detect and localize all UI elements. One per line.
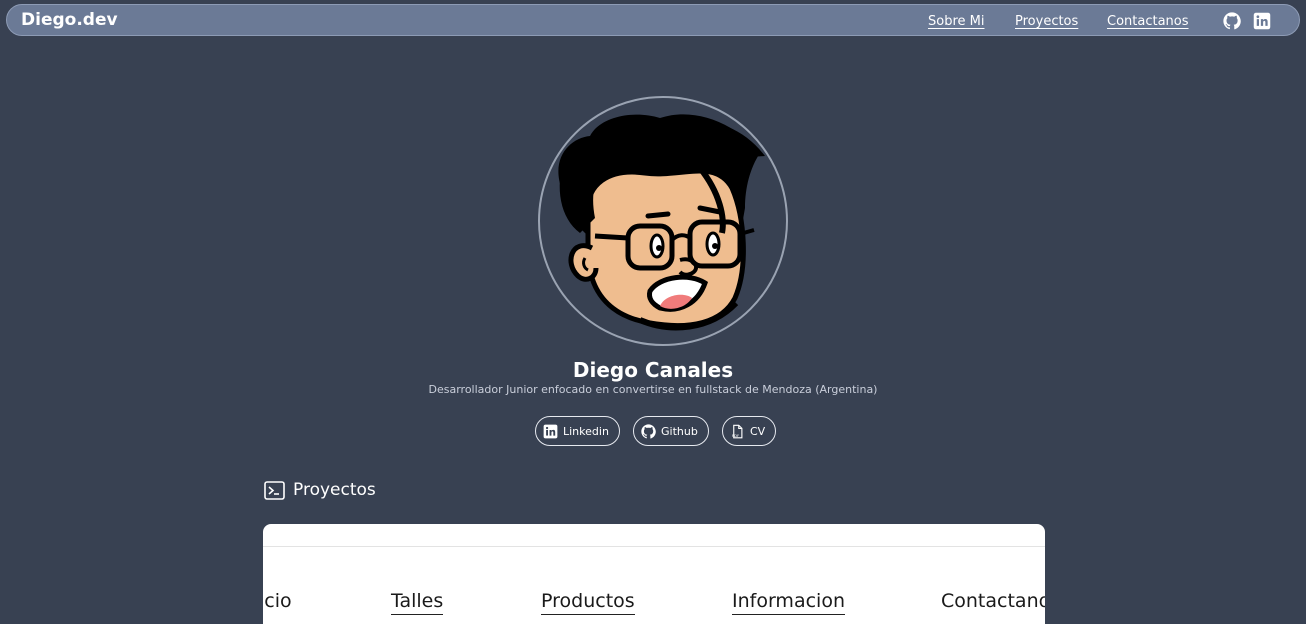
top-navbar: Diego.dev Sobre Mi Proyectos Contactanos: [6, 4, 1300, 36]
preview-nav-talles-label: Talles: [391, 590, 444, 612]
preview-nav-contactanos: Contactanos: [941, 590, 1045, 612]
nav-link-sobre-mi[interactable]: Sobre Mi: [928, 14, 984, 29]
preview-nav-informacion: Informacion: [732, 590, 845, 615]
pdf-file-icon: PDF: [732, 424, 743, 438]
svg-text:PDF: PDF: [732, 434, 739, 438]
terminal-icon: [264, 480, 285, 500]
brand-logo[interactable]: Diego.dev: [21, 10, 118, 30]
preview-nav-productos: Productos: [541, 590, 635, 615]
github-icon[interactable]: [1223, 12, 1241, 30]
linkedin-button-label: Linkedin: [563, 424, 609, 438]
preview-nav-productos-label: Productos: [541, 590, 635, 612]
project-preview-card[interactable]: icio Talles Productos Informacion Contac…: [263, 524, 1045, 624]
linkedin-button[interactable]: Linkedin: [535, 416, 620, 446]
linkedin-icon: [543, 424, 558, 438]
preview-nav-inicio-label: icio: [263, 590, 292, 612]
preview-nav-inicio: icio: [263, 590, 292, 612]
github-button-label: Github: [661, 424, 698, 438]
linkedin-icon[interactable]: [1253, 12, 1271, 30]
github-icon: [641, 423, 656, 438]
cv-button[interactable]: PDF CV: [722, 416, 777, 446]
nav-link-proyectos[interactable]: Proyectos: [1015, 14, 1078, 29]
profile-avatar: [538, 96, 788, 346]
profile-subtitle: Desarrollador Junior enfocado en convert…: [428, 383, 878, 396]
github-button[interactable]: Github: [633, 416, 709, 446]
preview-nav-contactanos-label: Contactanos: [941, 590, 1045, 612]
cartoon-face-avatar: [558, 114, 765, 331]
profile-name: Diego Canales: [572, 358, 734, 382]
preview-nav-talles: Talles: [391, 590, 444, 615]
projects-title-text: Proyectos: [293, 480, 376, 500]
preview-nav-informacion-label: Informacion: [732, 590, 845, 612]
card-divider: [263, 546, 1045, 547]
cv-button-label: CV: [750, 424, 766, 438]
projects-section-title: Proyectos: [264, 480, 376, 500]
nav-link-contactanos[interactable]: Contactanos: [1107, 14, 1189, 29]
